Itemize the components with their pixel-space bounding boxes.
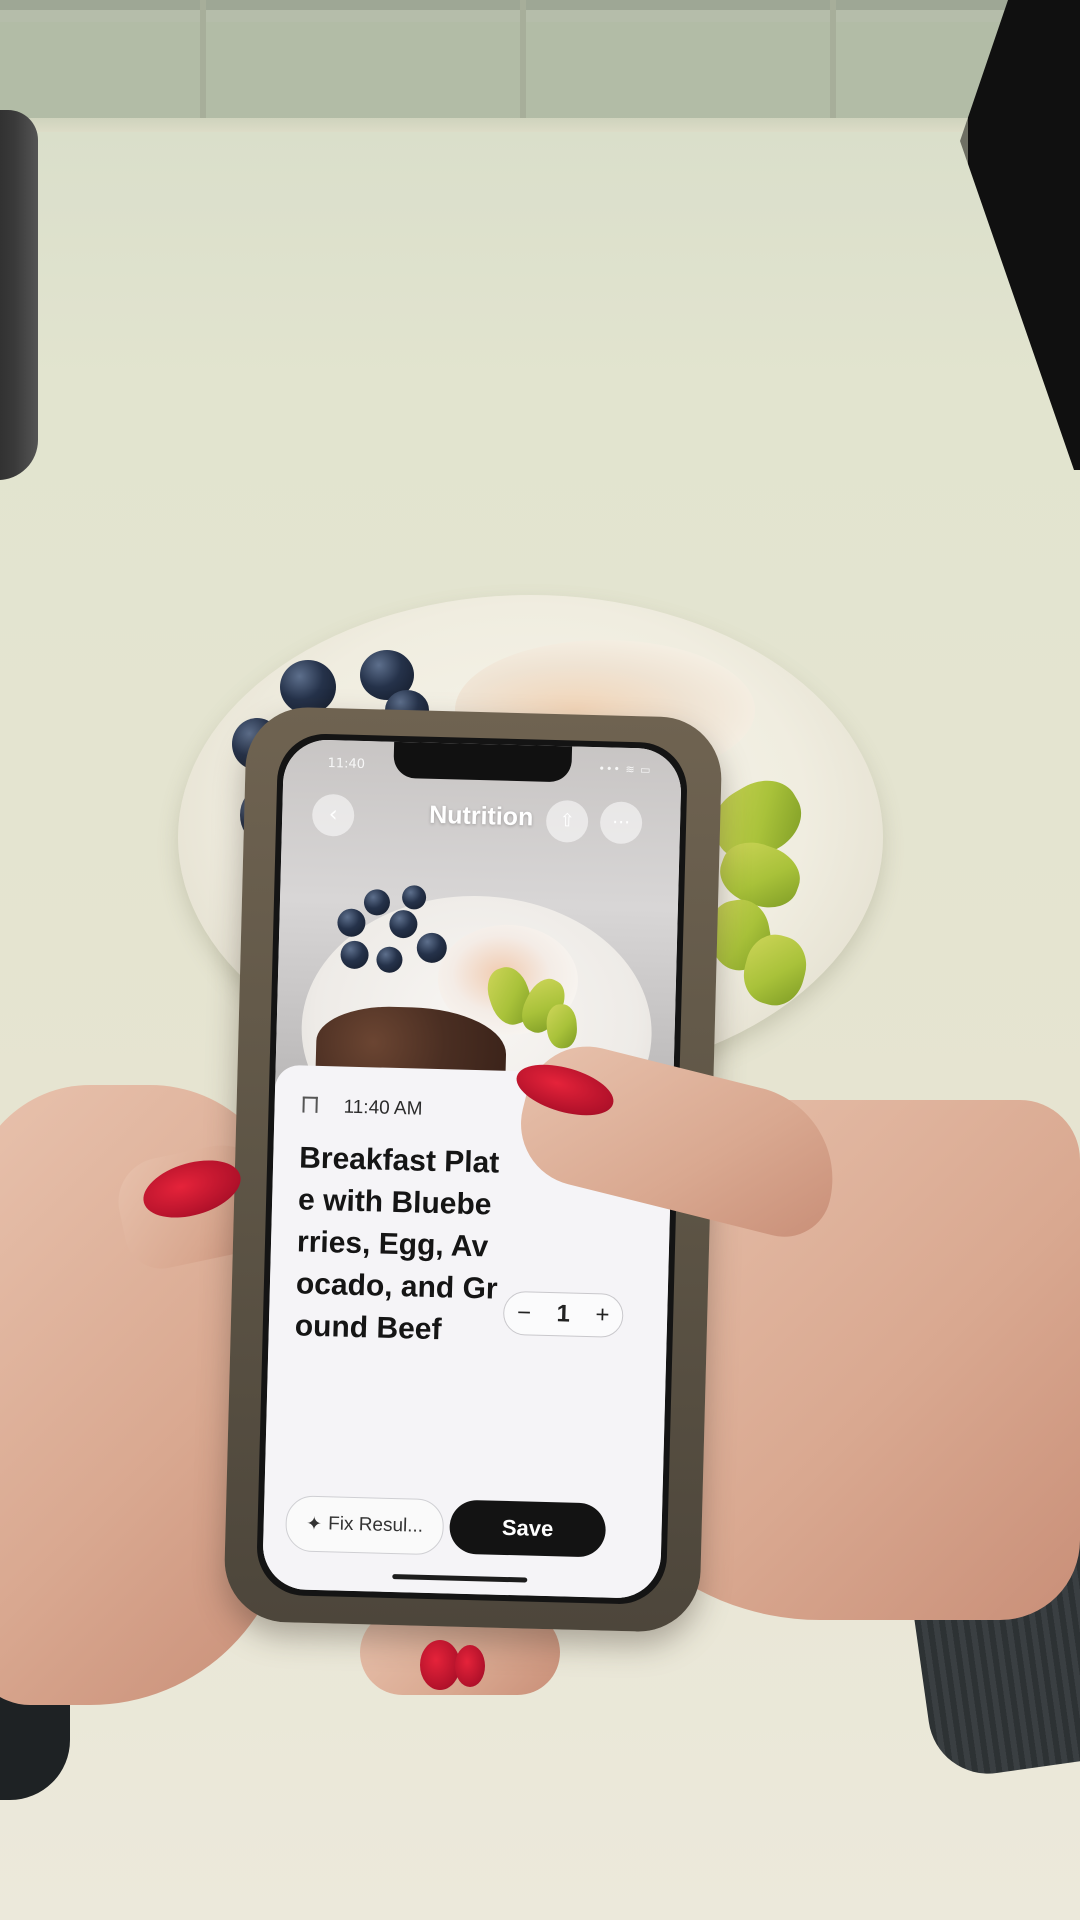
tile-backsplash	[0, 0, 1080, 128]
bottom-finger-nail	[420, 1640, 460, 1690]
fix-results-button[interactable]: ✦ Fix Resul...	[284, 1495, 445, 1556]
meal-title: Breakfast Plate with Blueberries, Egg, A…	[294, 1141, 500, 1347]
home-indicator[interactable]	[392, 1574, 528, 1583]
phone-notch	[393, 739, 573, 783]
share-icon: ⇧	[559, 810, 575, 832]
real-blueberry	[280, 660, 336, 714]
status-icons: ••• ≋ ▭	[598, 762, 652, 777]
sparkle-icon: ✦	[305, 1513, 323, 1535]
quantity-stepper: − 1 +	[502, 1290, 624, 1338]
increment-button[interactable]: +	[595, 1301, 610, 1328]
counter-edge	[0, 118, 1080, 132]
bottom-finger-nail	[455, 1645, 485, 1687]
quantity-value: 1	[556, 1300, 571, 1328]
status-time: 11:40	[327, 756, 366, 773]
save-button[interactable]: Save	[448, 1499, 607, 1558]
entry-time-row: 11:40 AM	[302, 1096, 423, 1121]
photo-blueberry	[363, 889, 391, 916]
fix-results-label: Fix Resul...	[327, 1513, 424, 1537]
entry-time: 11:40 AM	[343, 1096, 423, 1120]
save-label: Save	[501, 1514, 554, 1542]
appliance-left	[0, 110, 38, 480]
more-icon: ⋯	[611, 811, 631, 833]
bookmark-icon[interactable]	[302, 1096, 318, 1113]
camera-scene: 11:40 ••• ≋ ▭ ‹ Nutrition ⇧ ⋯ 11:40 AM B…	[0, 0, 1080, 1920]
decrement-button[interactable]: −	[517, 1299, 532, 1326]
